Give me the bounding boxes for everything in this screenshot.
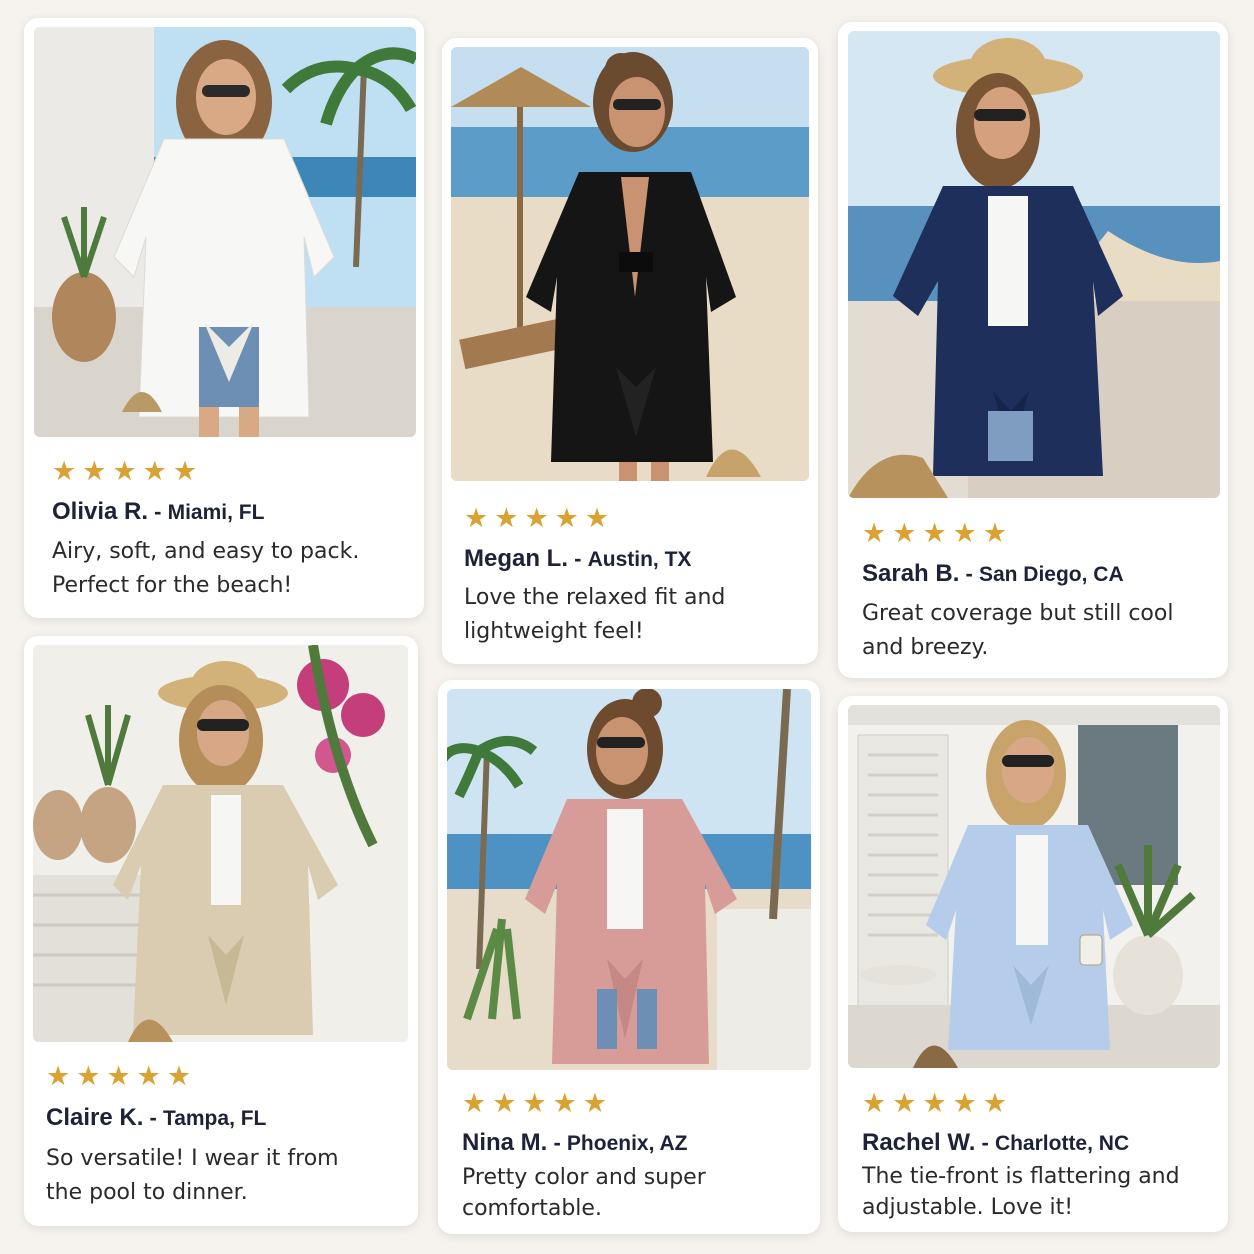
- beige-cover-up-illustration: [33, 645, 408, 1042]
- reviewer-location: Phoenix, AZ: [566, 1132, 688, 1155]
- reviewer-name: Olivia R.: [52, 498, 149, 525]
- rating-stars: ★ ★ ★ ★ ★: [862, 1090, 1007, 1117]
- navy-cover-up-illustration: [848, 31, 1220, 498]
- name-separator: -: [975, 1130, 995, 1155]
- reviewer-line: Megan L. - Austin, TX: [464, 545, 691, 573]
- name-separator: -: [547, 1130, 567, 1155]
- star-icon: ★: [494, 503, 519, 534]
- star-icon: ★: [492, 1088, 517, 1119]
- reviewer-name: Megan L.: [464, 545, 569, 572]
- reviewer-line: Claire K. - Tampa, FL: [46, 1104, 266, 1132]
- star-icon: ★: [172, 456, 198, 487]
- star-icon: ★: [524, 503, 549, 534]
- rating-stars: ★ ★ ★ ★ ★: [462, 1090, 607, 1117]
- review-text: So versatile! I wear it from the pool to…: [46, 1146, 339, 1205]
- reviewer-location: Austin, TX: [587, 548, 692, 571]
- reviewer-line: Sarah B. - San Diego, CA: [862, 560, 1124, 588]
- star-icon: ★: [522, 1088, 547, 1119]
- product-photo: [33, 645, 408, 1042]
- star-icon: ★: [892, 518, 917, 549]
- star-icon: ★: [106, 1061, 131, 1092]
- review-card: ★ ★ ★ ★ ★ Megan L. - Austin, TX Love the…: [442, 38, 818, 664]
- rating-stars: ★ ★ ★ ★ ★: [464, 505, 609, 532]
- star-icon: ★: [952, 518, 977, 549]
- rating-stars: ★ ★ ★ ★ ★: [52, 458, 197, 485]
- star-icon: ★: [462, 1088, 487, 1119]
- reviewer-name: Nina M.: [462, 1129, 548, 1156]
- product-photo: [848, 705, 1220, 1068]
- name-separator: -: [143, 1105, 163, 1130]
- review-text: Love the relaxed fit and lightweight fee…: [464, 585, 726, 644]
- reviewer-name: Sarah B.: [862, 560, 960, 587]
- reviewer-location: Miami, FL: [167, 501, 265, 524]
- reviewer-name: Claire K.: [46, 1104, 144, 1131]
- star-icon: ★: [582, 1088, 608, 1119]
- star-icon: ★: [982, 1088, 1008, 1119]
- reviewer-location: San Diego, CA: [978, 563, 1124, 586]
- star-icon: ★: [982, 518, 1008, 549]
- star-icon: ★: [862, 518, 887, 549]
- star-icon: ★: [922, 518, 947, 549]
- white-cover-up-illustration: [34, 27, 416, 437]
- review-text: Pretty color and super comfortable.: [462, 1165, 706, 1221]
- reviewer-line: Nina M. - Phoenix, AZ: [462, 1129, 687, 1157]
- name-separator: -: [148, 499, 168, 524]
- star-icon: ★: [52, 456, 77, 487]
- star-icon: ★: [142, 456, 167, 487]
- review-card: ★ ★ ★ ★ ★ Olivia R. - Miami, FL Airy, so…: [24, 18, 424, 618]
- review-text: The tie-front is flattering and adjustab…: [862, 1164, 1180, 1220]
- rating-stars: ★ ★ ★ ★ ★: [46, 1063, 191, 1090]
- review-text: Airy, soft, and easy to pack. Perfect fo…: [52, 539, 360, 598]
- reviewer-line: Rachel W. - Charlotte, NC: [862, 1129, 1129, 1157]
- product-photo: [34, 27, 416, 437]
- star-icon: ★: [46, 1061, 71, 1092]
- name-separator: -: [959, 561, 979, 586]
- review-card: ★ ★ ★ ★ ★ Sarah B. - San Diego, CA Great…: [838, 22, 1228, 678]
- light-blue-cover-up-illustration: [848, 705, 1220, 1068]
- reviewer-line: Olivia R. - Miami, FL: [52, 498, 264, 526]
- star-icon: ★: [554, 503, 579, 534]
- star-icon: ★: [136, 1061, 161, 1092]
- pink-cover-up-illustration: [447, 689, 811, 1070]
- product-photo: [848, 31, 1220, 498]
- star-icon: ★: [892, 1088, 917, 1119]
- star-icon: ★: [166, 1061, 192, 1092]
- reviewer-location: Charlotte, NC: [994, 1132, 1130, 1155]
- star-icon: ★: [552, 1088, 577, 1119]
- product-photo: [447, 689, 811, 1070]
- reviewer-location: Tampa, FL: [162, 1107, 267, 1130]
- star-icon: ★: [464, 503, 489, 534]
- review-text: Great coverage but still cool and breezy…: [862, 601, 1174, 660]
- product-photo: [451, 47, 809, 481]
- star-icon: ★: [862, 1088, 887, 1119]
- star-icon: ★: [952, 1088, 977, 1119]
- review-card: ★ ★ ★ ★ ★ Claire K. - Tampa, FL So versa…: [24, 636, 418, 1226]
- star-icon: ★: [82, 456, 107, 487]
- star-icon: ★: [584, 503, 610, 534]
- reviewer-name: Rachel W.: [862, 1129, 976, 1156]
- star-icon: ★: [112, 456, 137, 487]
- name-separator: -: [568, 546, 588, 571]
- star-icon: ★: [76, 1061, 101, 1092]
- review-card: ★ ★ ★ ★ ★ Rachel W. - Charlotte, NC The …: [838, 696, 1228, 1232]
- rating-stars: ★ ★ ★ ★ ★: [862, 520, 1007, 547]
- star-icon: ★: [922, 1088, 947, 1119]
- review-card: ★ ★ ★ ★ ★ Nina M. - Phoenix, AZ Pretty c…: [438, 680, 820, 1234]
- black-cover-up-illustration: [451, 47, 809, 481]
